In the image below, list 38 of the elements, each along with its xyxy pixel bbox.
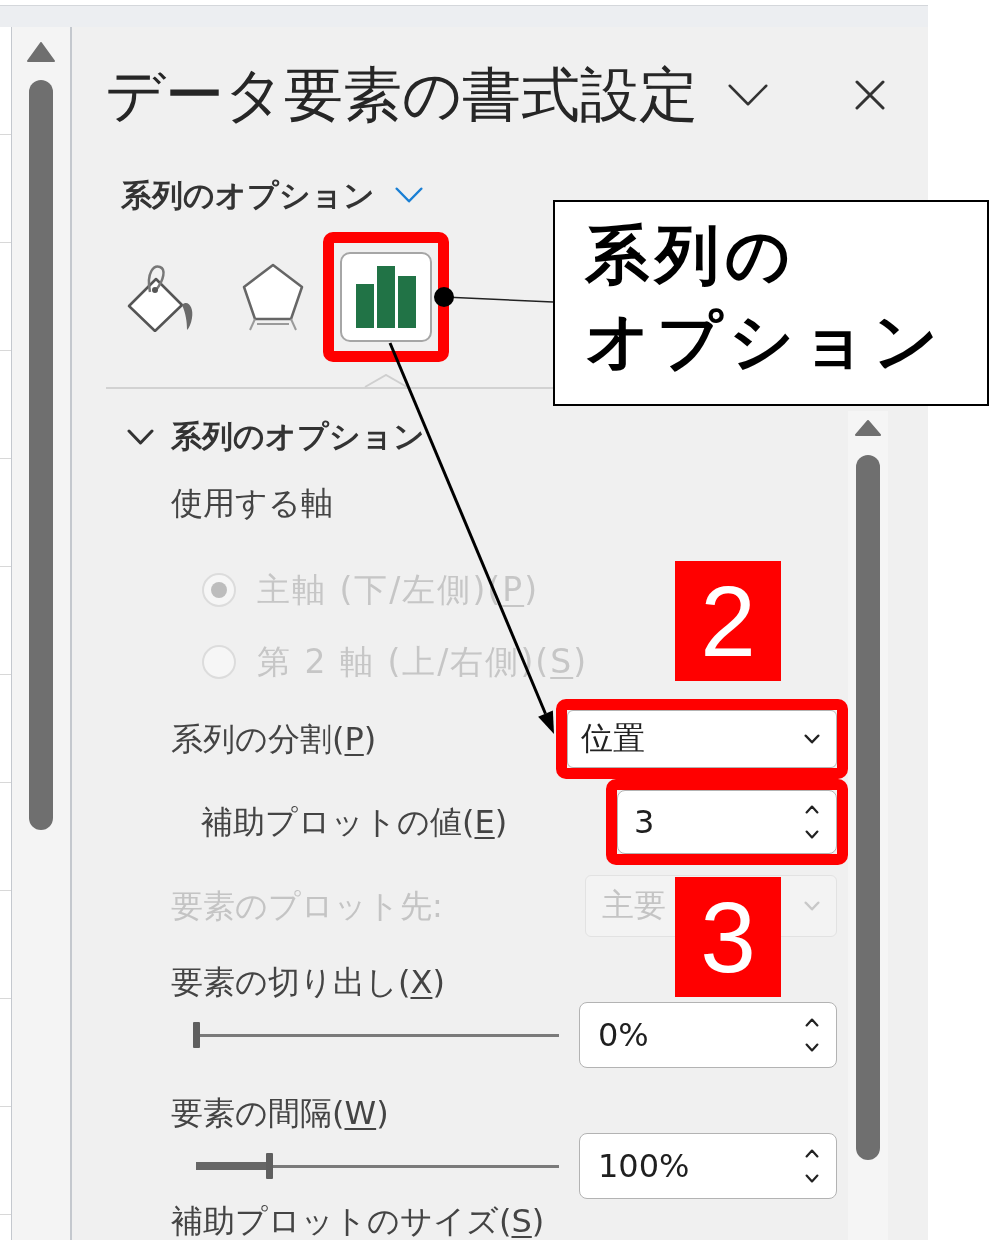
scrollbar-thumb[interactable] [29,80,53,830]
spin-box[interactable]: 100% [579,1133,837,1199]
paint-bucket-icon [126,262,194,332]
pentagon-icon [241,262,305,332]
slider-thumb[interactable] [193,1022,200,1048]
chevron-down-icon[interactable] [804,734,820,744]
scroll-up-icon[interactable] [855,420,881,436]
caret-up-icon[interactable] [805,1149,819,1158]
field-label: 補助プロットの値(E) [201,802,508,842]
field-label: 補助プロットのサイズ(S) [171,1203,545,1239]
chevron-down-icon[interactable] [127,429,154,445]
close-icon[interactable] [855,80,885,110]
field-label: 要素の切り出し(X) [171,962,445,1002]
callout-text: 系列の オプション [585,217,946,380]
spin-box[interactable]: 0% [579,1002,837,1068]
category-dropdown[interactable]: 系列のオプション [121,173,423,217]
caret-down-icon[interactable] [805,1174,819,1183]
spin-box[interactable]: 3 [617,790,837,854]
step-number-badge: 2 [675,561,781,681]
field-label: 要素の間隔(W) [171,1093,389,1133]
vertical-scrollbar[interactable] [12,27,72,1240]
scrollbar-thumb[interactable] [856,455,880,1160]
step-number-badge: 3 [675,877,781,997]
caret-down-icon[interactable] [805,1043,819,1052]
bar-chart-icon [356,266,416,328]
field-label: 系列の分割(P) [171,719,377,759]
chevron-down-icon[interactable] [728,84,768,106]
section-header[interactable]: 系列のオプション [127,415,425,459]
caret-up-icon[interactable] [805,805,819,814]
pane-title: データ要素の書式設定 [105,60,698,130]
dropdown[interactable]: 位置 [567,710,837,768]
caret-up-icon[interactable] [805,1018,819,1027]
scroll-up-icon[interactable] [27,42,55,62]
vertical-scrollbar[interactable] [848,411,888,1240]
caret-down-icon[interactable] [805,830,819,839]
field-label: 使用する軸 [171,483,333,524]
series-options-tab[interactable] [340,252,432,342]
slider-thumb[interactable] [265,1153,273,1179]
